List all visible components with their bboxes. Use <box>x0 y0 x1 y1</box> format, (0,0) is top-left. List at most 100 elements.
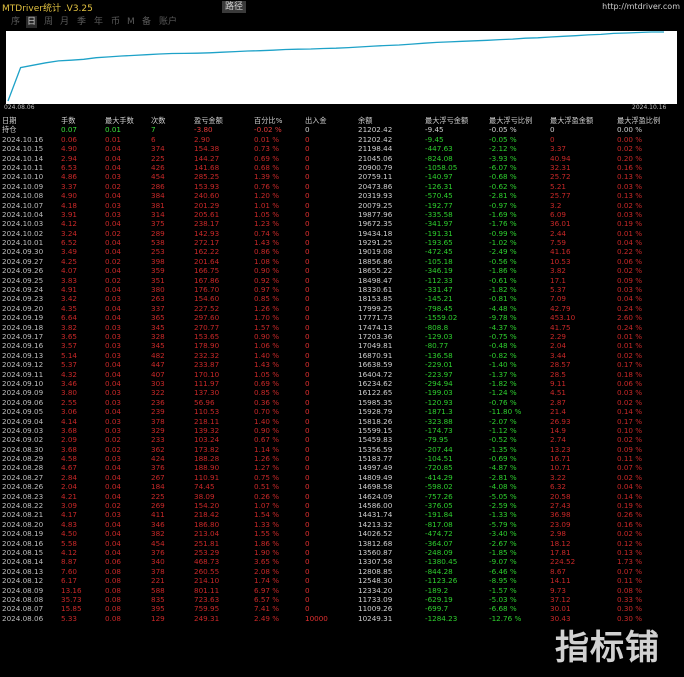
cell-7: 13812.68 <box>358 538 393 548</box>
cell-2: 0.08 <box>105 604 122 614</box>
cell-3: 454 <box>151 172 165 182</box>
cell-1: 2.84 <box>61 472 78 482</box>
cell-4: 154.20 <box>194 501 220 511</box>
cell-1: 3.83 <box>61 275 78 285</box>
cell-0: 2024.10.09 <box>2 181 44 191</box>
cell-4: 盈亏金额 <box>194 116 223 125</box>
tab-5[interactable]: 年 <box>93 16 104 28</box>
cell-2: 0.04 <box>105 519 122 529</box>
cell-1: 3.68 <box>61 444 78 454</box>
cell-11: 0.12 % <box>617 538 643 548</box>
cell-5: 1.40 % <box>254 350 280 360</box>
cell-9: -5.79 % <box>489 519 517 529</box>
tab-9[interactable]: 账户 <box>158 16 178 28</box>
cell-1: 6.64 <box>61 313 78 323</box>
tab-0[interactable]: 序 <box>10 16 21 28</box>
cell-8: -808.8 <box>425 322 449 332</box>
cell-11: 0.24 % <box>617 303 643 313</box>
cell-0: 2024.08.13 <box>2 566 44 576</box>
cell-6: 0 <box>305 594 310 604</box>
cell-6: 0 <box>305 294 310 304</box>
holding-row: 持仓 0.07 0.01 7 -3.80 -0.02 % 0 21202.42 -9.45 -0.… <box>0 125 684 134</box>
cell-2: 0.04 <box>105 369 122 379</box>
cell-2: 0.04 <box>105 266 122 276</box>
tab-3[interactable]: 月 <box>59 16 70 28</box>
cell-6: 0 <box>305 604 310 614</box>
tab-2[interactable]: 周 <box>43 16 54 28</box>
cell-0: 2024.10.14 <box>2 153 44 163</box>
cell-6: 0 <box>305 529 310 539</box>
cell-5: 1.06 % <box>254 341 280 351</box>
cell-10: 453.10 <box>550 313 576 323</box>
cell-1: 3.65 <box>61 331 78 341</box>
cell-3: 482 <box>151 350 165 360</box>
tab-6[interactable]: 币 <box>110 16 121 28</box>
cell-0: 2024.10.07 <box>2 200 44 210</box>
cell-3: 267 <box>151 472 165 482</box>
cell-11: 0.02 % <box>617 266 643 276</box>
cell-9: -4.87 % <box>489 463 517 473</box>
cell-9: -0.05 % <box>489 134 517 144</box>
table-row: 2024.09.11 4.32 0.04 407 170.10 1.05 % 0 16404.… <box>0 370 684 379</box>
cell-2: 0.04 <box>105 238 122 248</box>
cell-5: 2.49 % <box>254 613 280 623</box>
cell-8: -598.02 <box>425 482 453 492</box>
cell-1: 4.18 <box>61 200 78 210</box>
cell-0: 2024.09.13 <box>2 350 44 360</box>
cell-5: 0.67 % <box>254 435 280 445</box>
cell-10: 16.71 <box>550 454 571 464</box>
cell-7: 14809.49 <box>358 472 393 482</box>
cell-0: 2024.10.08 <box>2 191 44 201</box>
table-row: 2024.09.30 3.49 0.04 253 162.22 0.86 % 0 19019.… <box>0 247 684 256</box>
cell-6: 0 <box>305 331 310 341</box>
cell-3: 337 <box>151 303 165 313</box>
cell-7: 14026.52 <box>358 529 393 539</box>
site-url-link[interactable]: http://mtdriver.com <box>602 2 680 11</box>
cell-2: 0.03 <box>105 397 122 407</box>
cell-5: 1.20 % <box>254 191 280 201</box>
table-row: 2024.10.04 3.91 0.03 314 205.61 1.05 % 0 19877.… <box>0 210 684 219</box>
cell-3: 286 <box>151 181 165 191</box>
cell-2: 0.02 <box>105 435 122 445</box>
tab-1[interactable]: 日 <box>26 16 38 28</box>
cell-7: 16122.65 <box>358 388 393 398</box>
cell-11: 0.02 % <box>617 472 643 482</box>
cell-7: 14586.00 <box>358 501 393 511</box>
cell-9: -0.68 % <box>489 172 517 182</box>
cell-5: 1.70 % <box>254 313 280 323</box>
cell-7: 15459.83 <box>358 435 393 445</box>
cell-2: 0.04 <box>105 472 122 482</box>
cell-3: 424 <box>151 454 165 464</box>
cell-10: 2.29 <box>550 331 567 341</box>
cell-6: 0 <box>305 322 310 332</box>
tab-7[interactable]: M <box>126 16 136 28</box>
cell-6: 0 <box>305 566 310 576</box>
cell-10: 2.74 <box>550 435 567 445</box>
cell-11: 0.01 % <box>617 228 643 238</box>
cell-8: -104.51 <box>425 454 453 464</box>
cell-10: 4.51 <box>550 388 567 398</box>
cell-3: 225 <box>151 153 165 163</box>
cell-3: 365 <box>151 313 165 323</box>
cell-5: 0.90 % <box>254 425 280 435</box>
cell-1: 3.57 <box>61 341 78 351</box>
tab-4[interactable]: 季 <box>76 16 87 28</box>
cell-0: 2024.10.04 <box>2 209 44 219</box>
cell-6: 0 <box>305 463 310 473</box>
cell-3: 303 <box>151 378 165 388</box>
cell-11: 0.13 % <box>617 191 643 201</box>
cell-8: -1380.45 <box>425 557 458 567</box>
cell-2: 0.03 <box>105 388 122 398</box>
tab-path[interactable]: 路径 <box>222 1 247 13</box>
cell-5: 0.90 % <box>254 331 280 341</box>
tab-8[interactable]: 备 <box>141 16 152 28</box>
cell-6: 0 <box>305 557 310 567</box>
cell-3: 322 <box>151 388 165 398</box>
table-row: 2024.10.02 3.24 0.02 289 142.93 0.74 % 0 19434.… <box>0 229 684 238</box>
cell-8: -323.88 <box>425 416 453 426</box>
cell-3: 314 <box>151 209 165 219</box>
cell-6: 0 <box>305 407 310 417</box>
cell-11: 0.22 % <box>617 247 643 257</box>
cell-10: 21.4 <box>550 407 567 417</box>
cell-8: -120.93 <box>425 397 453 407</box>
